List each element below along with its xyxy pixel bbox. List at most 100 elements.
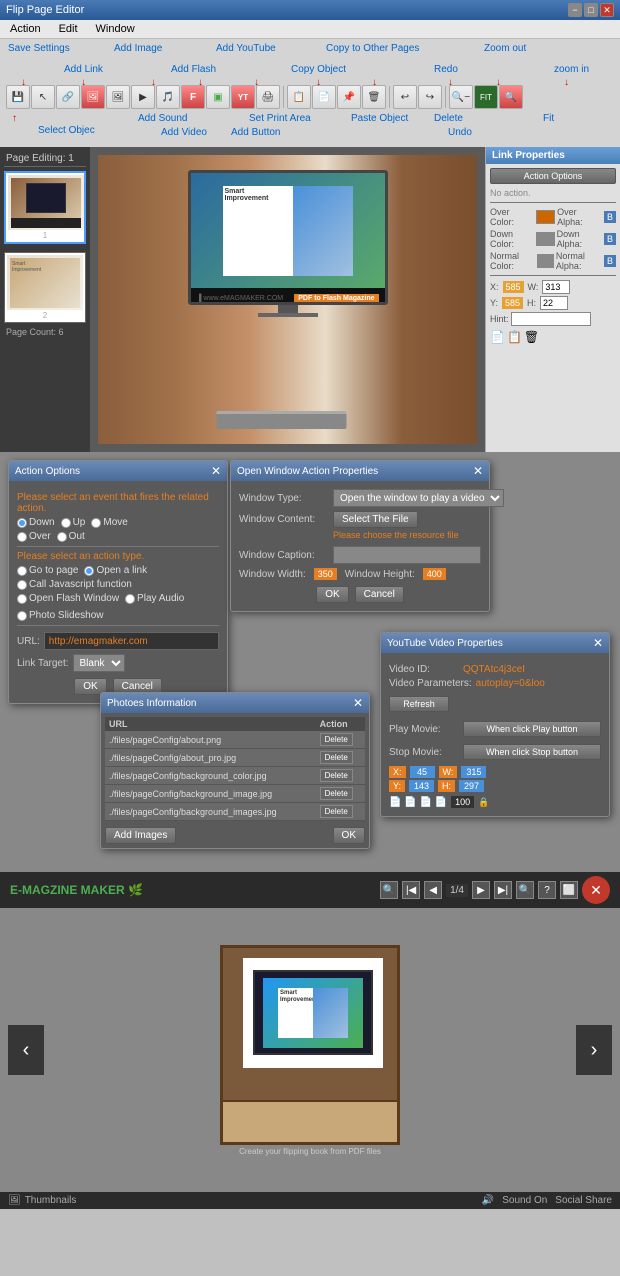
add-sound-button[interactable]: 🎵 (156, 85, 180, 109)
fullscreen-btn[interactable]: ⬜ (560, 881, 578, 899)
prev-next[interactable]: ▶ (472, 881, 490, 899)
radio-move[interactable]: Move (91, 517, 127, 528)
close-button[interactable]: ✕ (600, 3, 614, 17)
label-add-image: Add Image (114, 43, 162, 54)
copy-obj-button[interactable]: 📄 (312, 85, 336, 109)
window-ok-button[interactable]: OK (316, 586, 348, 603)
menu-action[interactable]: Action (6, 22, 45, 36)
over-color-swatch[interactable] (536, 210, 555, 224)
prev-first[interactable]: |◀ (402, 881, 420, 899)
zoom-in-prev[interactable]: 🔍 (380, 881, 398, 899)
radio-out[interactable]: Out (57, 531, 85, 542)
undo-button[interactable]: ↩ (393, 85, 417, 109)
window-action-close[interactable]: ✕ (473, 464, 483, 478)
maximize-button[interactable]: □ (584, 3, 598, 17)
opacity-icon: 🔒 (478, 797, 489, 808)
zoom-in-button[interactable]: 🔍 (499, 85, 523, 109)
social-share-label[interactable]: Social Share (555, 1195, 612, 1206)
action-options-button[interactable]: Action Options (490, 168, 616, 184)
menu-edit[interactable]: Edit (55, 22, 82, 36)
panel-icon-3[interactable]: 🗑 (524, 330, 539, 344)
help-btn[interactable]: ? (538, 881, 556, 899)
add-video-button[interactable]: ▶ (131, 85, 155, 109)
refresh-button[interactable]: Refresh (389, 696, 449, 712)
add-image2-button[interactable]: 🖼 (106, 85, 130, 109)
print-area-button[interactable]: 🖨 (256, 85, 280, 109)
prev-nav-left[interactable]: ‹ (8, 1025, 44, 1075)
radio-down[interactable]: Down (17, 517, 55, 528)
copy-other-button[interactable]: 📋 (287, 85, 311, 109)
radio-up[interactable]: Up (61, 517, 86, 528)
page-thumb-2[interactable]: SmartImprovement 2 (4, 252, 86, 323)
radio-over[interactable]: Over (17, 531, 51, 542)
photos-body: URL Action ./files/pageConfig/about.png … (101, 713, 369, 848)
add-youtube-button[interactable]: YT (231, 85, 255, 109)
window-type-select[interactable]: Open the window to play a video (333, 489, 504, 507)
menu-window[interactable]: Window (92, 22, 139, 36)
target-select[interactable]: Blank Self (73, 654, 125, 672)
panel-icon-1[interactable]: 📄 (490, 330, 505, 344)
prev-nav-right[interactable]: › (576, 1025, 612, 1075)
photos-close[interactable]: ✕ (353, 696, 363, 710)
radio-slideshow[interactable]: Photo Slideshow (17, 610, 104, 621)
delete-photo-4[interactable]: Delete (320, 787, 353, 800)
add-images-button[interactable]: Add Images (105, 827, 176, 844)
play-button[interactable]: When click Play button (463, 721, 601, 737)
h-coord-input[interactable] (540, 296, 568, 310)
select-file-button[interactable]: Select The File (333, 511, 418, 528)
action-radio-group: Go to page Open a link (17, 565, 219, 576)
page-thumb-1[interactable]: 1 (4, 171, 86, 244)
url-input[interactable] (44, 632, 219, 650)
radio-javascript[interactable]: Call Javascript function (17, 579, 132, 590)
photos-ok-button[interactable]: OK (333, 827, 365, 844)
page-num-2: 2 (7, 311, 83, 320)
normal-color-swatch[interactable] (537, 254, 554, 268)
zoom-out-button[interactable]: 🔍− (449, 85, 473, 109)
radio-goto[interactable]: Go to page (17, 565, 78, 576)
w-coord-input[interactable] (542, 280, 570, 294)
sound-on-label[interactable]: Sound On (502, 1195, 547, 1206)
youtube-close[interactable]: ✕ (593, 636, 603, 650)
panel-icon-2[interactable]: 📋 (507, 330, 522, 344)
normal-alpha-value[interactable]: B (604, 255, 616, 267)
delete-photo-3[interactable]: Delete (320, 769, 353, 782)
minimize-button[interactable]: − (568, 3, 582, 17)
delete-photo-5[interactable]: Delete (320, 805, 353, 818)
select-object-button[interactable]: ↖ (31, 85, 55, 109)
down-color-swatch[interactable] (536, 232, 554, 246)
canvas-area[interactable]: SmartImprovement ▐ www.eMAGMAKER.COM PDF… (90, 147, 485, 452)
action-sep (17, 546, 219, 547)
caption-input[interactable] (333, 546, 481, 564)
add-button-button[interactable]: ▣ (206, 85, 230, 109)
delete-photo-2[interactable]: Delete (320, 751, 353, 764)
radio-flash[interactable]: Open Flash Window (17, 593, 119, 604)
zoom-out-prev[interactable]: 🔍 (516, 881, 534, 899)
hint-input[interactable] (511, 312, 591, 326)
preview-close-button[interactable]: ✕ (582, 876, 610, 904)
thumbnails-label[interactable]: Thumbnails (25, 1195, 77, 1206)
down-alpha-value[interactable]: B (604, 233, 616, 245)
radio-open-link-dot (84, 566, 94, 576)
prev-prev[interactable]: ◀ (424, 881, 442, 899)
add-flash-button[interactable]: F (181, 85, 205, 109)
radio-open-link[interactable]: Open a link (84, 565, 147, 576)
stop-button[interactable]: When click Stop button (463, 744, 601, 760)
save-settings-button[interactable]: 💾 (6, 85, 30, 109)
delete-photo-1[interactable]: Delete (320, 733, 353, 746)
prev-last[interactable]: ▶| (494, 881, 512, 899)
y-coord-label: Y: (490, 298, 498, 308)
link-properties-panel: Link Properties Action Options No action… (485, 147, 620, 452)
window-cancel-button[interactable]: Cancel (355, 586, 404, 603)
delete-button[interactable]: 🗑 (362, 85, 386, 109)
fit-button[interactable]: FIT (474, 85, 498, 109)
over-alpha-value[interactable]: B (604, 211, 616, 223)
add-image-button[interactable]: 🖼 (81, 85, 105, 109)
over-color-field: Over Color: Over Alpha: B (490, 207, 616, 227)
paste-obj-button[interactable]: 📌 (337, 85, 361, 109)
redo-button[interactable]: ↪ (418, 85, 442, 109)
yt-x-label: X: (389, 766, 406, 778)
add-link-button[interactable]: 🔗 (56, 85, 80, 109)
action-options-close[interactable]: ✕ (211, 464, 221, 478)
radio-audio[interactable]: Play Audio (125, 593, 184, 604)
video-id-row: Video ID: QQTAtc4j3ceI (389, 664, 601, 675)
